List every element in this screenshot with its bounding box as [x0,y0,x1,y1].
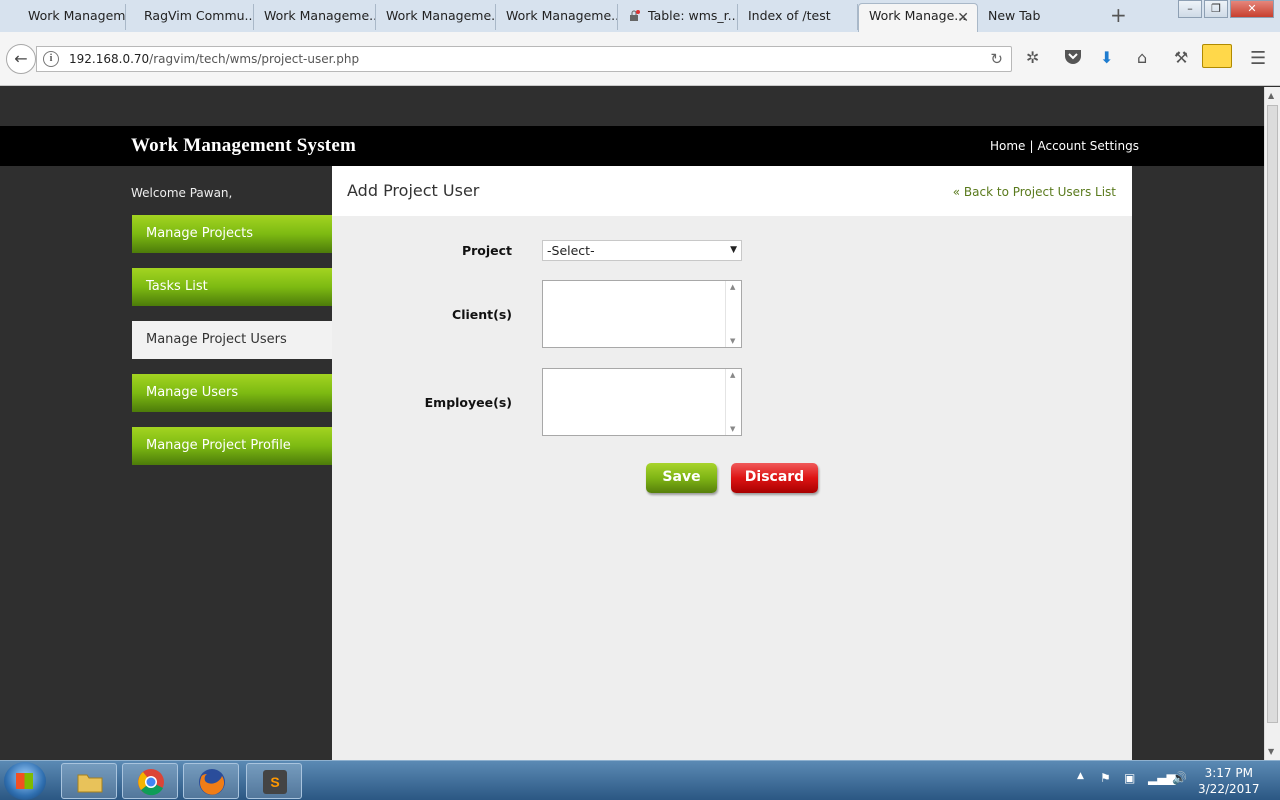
web-page: Work Management System Home | Account Sett… [0,87,1264,760]
restore-icon[interactable]: ❐ [1204,0,1228,18]
top-links: Home | Account Settings [990,139,1139,153]
tab-label: Work Manage... [869,8,967,23]
window-controls: – ❐ ✕ [1176,0,1274,20]
close-tab-icon[interactable]: ✕ [957,6,969,30]
content-header: Add Project User « Back to Project Users… [332,166,1132,216]
firefox-taskbar-button[interactable] [183,763,239,799]
sublime-text-icon: S [263,770,287,794]
employees-listbox[interactable]: ▲ ▼ [542,368,742,436]
browser-tab[interactable]: Work Manageme... [254,4,376,30]
download-icon[interactable]: ⬇ [1100,48,1113,67]
chevron-down-icon: ▼ [730,245,737,255]
discard-button[interactable]: Discard [731,463,818,493]
save-button[interactable]: Save [646,463,717,493]
browser-tab[interactable]: Work Manageme... [4,4,126,30]
address-bar[interactable]: i 192.168.0.70/ragvim/tech/wms/project-u… [36,46,1012,72]
tab-label: RagVim Commu... [144,8,254,23]
tab-label: Index of /test [748,8,831,23]
url-host: 192.168.0.70 [69,52,150,66]
site-header: Work Management System Home | Account Sett… [0,126,1264,166]
main-content: Add Project User « Back to Project Users… [332,166,1132,760]
clients-listbox[interactable]: ▲ ▼ [542,280,742,348]
extension-badge-icon[interactable] [1202,44,1232,68]
tab-label: Table: wms_r... [648,8,738,23]
windows-taskbar: S ▲ ⚑ ▣ ▂▄▆ 🔊 3:17 PM 3/22/2017 [0,760,1280,800]
tab-label: Work Manageme... [264,8,376,23]
listbox-scrollbar[interactable]: ▲ ▼ [725,281,741,347]
reload-icon[interactable]: ↻ [990,50,1003,68]
sidebar-item-manage-users[interactable]: Manage Users [132,374,332,412]
browser-tab-bar: Work Manageme... RagVim Commu... Work Ma… [0,0,1280,33]
windows-start-icon[interactable] [4,762,46,800]
browser-tab[interactable]: Table: wms_r... [618,4,738,30]
volume-icon[interactable]: 🔊 [1172,771,1187,785]
back-to-list-link[interactable]: « Back to Project Users List [953,185,1116,199]
link-separator: | [1029,139,1034,153]
lock-warning-icon [630,10,640,21]
page-scrollbar[interactable]: ▲ ▼ [1264,87,1280,760]
account-settings-link[interactable]: Account Settings [1037,139,1138,153]
browser-tab[interactable]: New Tab [980,4,1102,30]
clients-label: Client(s) [452,307,512,322]
scroll-up-icon[interactable]: ▲ [730,283,735,291]
sidebar-item-tasks-list[interactable]: Tasks List [132,268,332,306]
scroll-down-icon[interactable]: ▼ [1268,747,1274,756]
tab-label: Work Manageme... [28,8,126,23]
scrollbar-thumb[interactable] [1267,105,1278,723]
back-arrow-icon[interactable]: ← [6,44,36,74]
scroll-down-icon[interactable]: ▼ [730,425,735,433]
url-path: /ragvim/tech/wms/project-user.php [149,52,360,66]
scroll-down-icon[interactable]: ▼ [730,337,735,345]
url-text: 192.168.0.70/ragvim/tech/wms/project-use… [69,52,359,66]
spider-extension-icon[interactable]: ✲ [1026,48,1039,67]
browser-tab[interactable]: Work Manageme... [496,4,618,30]
welcome-text: Welcome Pawan, [131,186,233,200]
employees-label: Employee(s) [424,395,512,410]
page-title: Add Project User [347,181,480,200]
browser-tab-active[interactable]: Work Manage... ✕ [858,3,978,33]
device-icon[interactable]: ▣ [1124,771,1135,785]
minimize-icon[interactable]: – [1178,0,1202,18]
info-icon[interactable]: i [43,51,59,67]
clock-date: 3/22/2017 [1198,782,1260,796]
chrome-icon [138,769,164,796]
scroll-up-icon[interactable]: ▲ [730,371,735,379]
action-center-flag-icon[interactable]: ⚑ [1100,771,1111,785]
browser-tab[interactable]: RagVim Commu... [126,4,254,30]
window-close-icon[interactable]: ✕ [1230,0,1274,18]
listbox-scrollbar[interactable]: ▲ ▼ [725,369,741,435]
home-icon[interactable]: ⌂ [1137,48,1147,67]
tab-label: Work Manageme... [506,8,618,23]
sidebar-item-manage-projects[interactable]: Manage Projects [132,215,332,253]
hamburger-menu-icon[interactable]: ☰ [1250,48,1266,69]
home-link[interactable]: Home [990,139,1025,153]
sidebar-item-manage-project-profile[interactable]: Manage Project Profile [132,427,332,465]
sidebar-item-manage-project-users[interactable]: Manage Project Users [132,321,332,359]
chrome-taskbar-button[interactable] [122,763,178,799]
tab-label: Work Manageme... [386,8,496,23]
taskbar-clock[interactable]: 3:17 PM 3/22/2017 [1198,765,1260,797]
sublime-taskbar-button[interactable]: S [246,763,302,799]
browser-nav-bar: ← i 192.168.0.70/ragvim/tech/wms/project… [0,32,1280,86]
browser-tab[interactable]: Work Manageme... [376,4,496,30]
project-select[interactable]: -Select- ▼ [542,240,742,261]
file-explorer-taskbar-button[interactable] [61,763,117,799]
pocket-icon[interactable] [1064,48,1082,68]
project-label: Project [461,243,512,258]
tab-label: New Tab [988,8,1041,23]
project-select-value: -Select- [547,243,595,258]
firefox-icon [199,769,225,795]
clock-time: 3:17 PM [1204,766,1253,780]
svg-text:S: S [270,774,279,790]
browser-tab[interactable]: Index of /test [738,4,858,30]
wrench-icon[interactable]: ⚒ [1174,48,1188,67]
tray-expand-icon[interactable]: ▲ [1077,771,1084,781]
folder-icon [77,774,103,793]
site-title: Work Management System [131,135,356,156]
scroll-up-icon[interactable]: ▲ [1268,91,1274,100]
new-tab-plus-icon[interactable]: + [1110,3,1127,27]
